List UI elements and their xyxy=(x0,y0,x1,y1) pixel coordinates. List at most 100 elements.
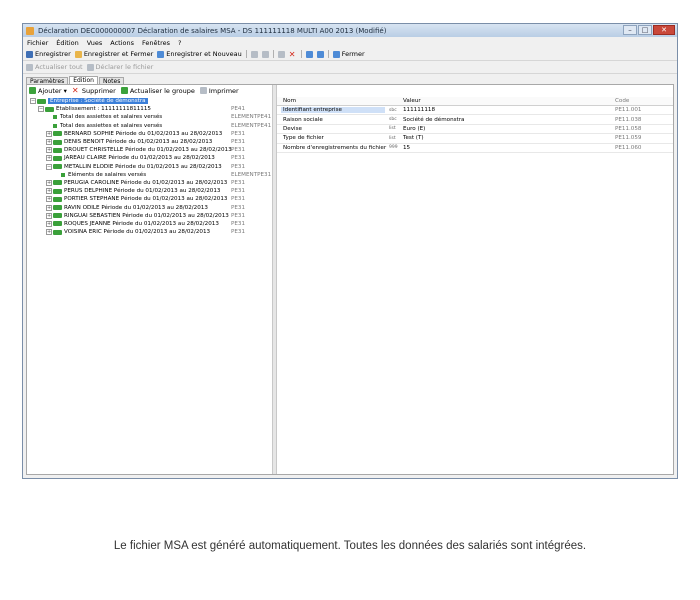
tree-toolbar: Ajouter ▾ ✕ Supprimer Actualiser le groupe… xyxy=(27,85,673,96)
declare-file-button[interactable]: Déclarer le fichier xyxy=(86,63,153,71)
field-type-icon: sbc xyxy=(389,107,397,113)
grid-cell-value[interactable]: Société de démonstra xyxy=(403,117,464,123)
expand-toggle-icon[interactable]: + xyxy=(46,155,52,162)
tree-row[interactable]: + DROUET CHRISTELLE Période du 01/02/2013… xyxy=(27,146,271,154)
field-type-icon: 999 xyxy=(389,145,398,151)
menu-fichier[interactable]: Fichier xyxy=(27,39,48,47)
close-window-button[interactable]: ✕ xyxy=(653,25,675,35)
grid-cell-name: Identifiant entreprise xyxy=(281,107,385,114)
expand-toggle-icon[interactable]: + xyxy=(46,212,52,219)
grid-row[interactable]: Type de fichier list Test (T) PE11.059 xyxy=(277,134,673,144)
tree-row[interactable]: + RINGUAI SEBASTIEN Période du 01/02/2013… xyxy=(27,212,271,220)
main-toolbar: Enregistrer Enregistrer et Fermer Enregi… xyxy=(23,48,677,61)
tree-row[interactable]: + VOISINA ERIC Période du 01/02/2013 au 2… xyxy=(27,228,271,236)
grid-row[interactable]: Raison sociale sbc Société de démonstra PE1… xyxy=(277,115,673,125)
grid-row[interactable]: Identifiant entreprise sbc 111111118 PE11.0… xyxy=(277,106,673,116)
refresh-group-button[interactable]: Actualiser le groupe xyxy=(120,87,195,95)
tree-row[interactable]: − METALLIN ELODIE Période du 01/02/2013 a… xyxy=(27,163,271,171)
tree-row-label: BERNARD SOPHIE Période du 01/02/2013 au … xyxy=(64,130,223,137)
save-close-icon xyxy=(74,50,82,58)
tree-row[interactable]: + DENIS BENOIT Période du 01/02/2013 au 2… xyxy=(27,138,271,146)
grid-row[interactable]: Nombre d'enregistrements du fichier 999 15… xyxy=(277,144,673,153)
app-icon xyxy=(26,26,34,35)
add-button[interactable]: Ajouter ▾ xyxy=(29,87,67,95)
tree-row-code: PE31 xyxy=(231,196,246,203)
declaration-tree[interactable]: − Entreprise : Société de démonstra − Etabl… xyxy=(27,97,271,474)
print-icon[interactable] xyxy=(250,50,258,58)
tree-row[interactable]: + JAREAU CLAIRE Période du 01/02/2013 au … xyxy=(27,154,271,162)
paste-icon[interactable] xyxy=(277,50,285,58)
expand-toggle-icon[interactable]: − xyxy=(38,106,44,113)
column-header-code[interactable]: Code xyxy=(615,98,629,104)
tree-row[interactable]: + PERUS DELPHINE Période du 01/02/2013 au… xyxy=(27,187,271,195)
tree-row[interactable]: + RAVIN ODILE Période du 01/02/2013 au 28… xyxy=(27,203,271,211)
print-button[interactable]: Imprimer xyxy=(199,87,239,95)
grid-cell-code: PE11.038 xyxy=(615,116,642,123)
tree-row[interactable]: Total des assiettes et salaires versés EL… xyxy=(27,113,271,121)
expand-toggle-icon[interactable]: + xyxy=(46,196,52,203)
tree-row-code: PE31 xyxy=(231,155,246,162)
tree-row[interactable]: Eléments de salaires versés ELEMENTPE31 xyxy=(27,171,271,179)
expand-toggle-icon[interactable]: + xyxy=(46,147,52,154)
expand-toggle-icon[interactable]: + xyxy=(46,204,52,211)
expand-toggle-icon[interactable]: + xyxy=(46,130,52,137)
tree-row-code: PE31 xyxy=(231,179,246,186)
tree-row[interactable]: Total des assiettes et salaires versés EL… xyxy=(27,122,271,130)
menu-edition[interactable]: Édition xyxy=(56,39,79,47)
menu-fenetres[interactable]: Fenêtres xyxy=(142,39,170,47)
folder-node-icon xyxy=(53,155,62,161)
grid-cell-name: Devise xyxy=(283,125,302,132)
grid-cell-name: Raison sociale xyxy=(283,116,323,123)
column-header-valeur[interactable]: Valeur xyxy=(403,98,421,104)
tree-row-label: Total des assiettes et salaires versés xyxy=(60,122,163,129)
grid-cell-value[interactable]: Test (T) xyxy=(403,135,424,141)
save-button[interactable]: Enregistrer xyxy=(26,50,71,58)
save-new-button[interactable]: Enregistrer et Nouveau xyxy=(157,50,242,58)
tree-row-code: PE31 xyxy=(231,212,246,219)
minimize-button[interactable]: – xyxy=(623,25,637,35)
toolbar-separator xyxy=(272,50,274,58)
copy-icon[interactable] xyxy=(261,50,269,58)
close-button[interactable]: Fermer xyxy=(332,50,365,58)
expand-toggle-icon[interactable]: + xyxy=(46,188,52,195)
menu-vues[interactable]: Vues xyxy=(87,39,103,47)
tree-row[interactable]: + BERNARD SOPHIE Période du 01/02/2013 au… xyxy=(27,130,271,138)
tree-row-code: PE31 xyxy=(231,163,246,170)
expand-toggle-icon[interactable]: + xyxy=(46,179,52,186)
column-header-nom[interactable]: Nom xyxy=(283,98,296,104)
window-title: Déclaration DEC000000007 Déclaration de … xyxy=(38,26,387,35)
grid-cell-value[interactable]: Euro (E) xyxy=(403,126,425,132)
folder-node-icon xyxy=(53,221,62,227)
menu-actions[interactable]: Actions xyxy=(110,39,134,47)
forward-icon[interactable] xyxy=(316,50,324,58)
tree-row-label: RINGUAI SEBASTIEN Période du 01/02/2013 … xyxy=(64,212,229,219)
tree-row[interactable]: − Entreprise : Société de démonstra xyxy=(27,97,271,105)
edition-panel: Ajouter ▾ ✕ Supprimer Actualiser le groupe… xyxy=(26,84,674,475)
refresh-icon xyxy=(26,63,33,71)
delete-icon[interactable]: ✕ xyxy=(289,50,297,58)
expand-toggle-icon[interactable]: + xyxy=(46,229,52,236)
menu-help[interactable]: ? xyxy=(178,39,181,47)
tree-row[interactable]: + PORTIER STEPHANE Période du 01/02/2013 … xyxy=(27,195,271,203)
close-doc-icon xyxy=(332,50,340,58)
tree-row[interactable]: + PERUGIA CAROLINE Période du 01/02/2013 … xyxy=(27,179,271,187)
tree-row-code: PE31 xyxy=(231,229,246,236)
grid-cell-value[interactable]: 15 xyxy=(403,145,410,151)
tree-row[interactable]: + ROQUES JEANNE Période du 01/02/2013 au … xyxy=(27,220,271,228)
save-close-button[interactable]: Enregistrer et Fermer xyxy=(74,50,153,58)
leaf-node-icon xyxy=(61,172,65,177)
expand-toggle-icon[interactable]: + xyxy=(46,139,52,146)
expand-toggle-icon[interactable]: − xyxy=(30,98,36,105)
add-icon xyxy=(29,87,36,94)
back-icon[interactable] xyxy=(305,50,313,58)
tree-row[interactable]: − Etablissement : 11111111811115 PE41 xyxy=(27,105,271,113)
refresh-all-button[interactable]: Actualiser tout xyxy=(26,63,83,71)
expand-toggle-icon[interactable]: + xyxy=(46,220,52,227)
expand-toggle-icon[interactable]: − xyxy=(46,163,52,170)
grid-row[interactable]: Devise list Euro (E) PE11.058 xyxy=(277,125,673,135)
maximize-button[interactable]: □ xyxy=(638,25,652,35)
grid-cell-value[interactable]: 111111118 xyxy=(403,107,435,113)
grid-cell-code: PE11.059 xyxy=(615,135,642,142)
leaf-node-icon xyxy=(53,123,57,128)
delete-button[interactable]: ✕ Supprimer xyxy=(72,87,116,95)
